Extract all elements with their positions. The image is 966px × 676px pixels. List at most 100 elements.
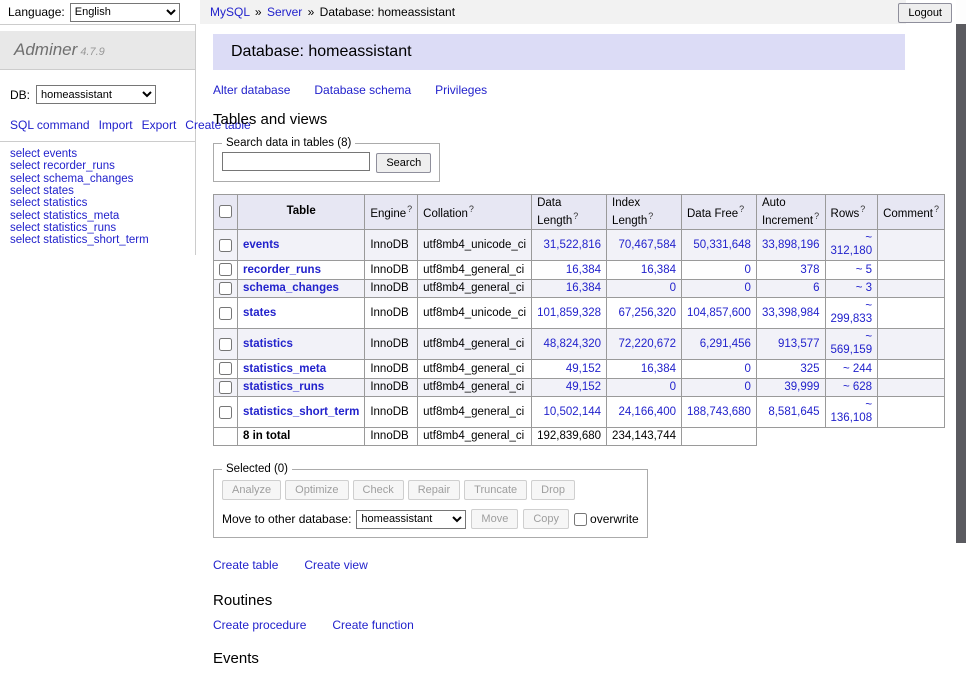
sidebar-select-statistics-runs[interactable]: select [10,222,40,234]
table-link-recorder-runs[interactable]: recorder_runs [243,264,321,276]
data-length-link[interactable]: 16,384 [566,264,601,276]
sidebar-table-recorder-runs[interactable]: recorder_runs [43,160,115,172]
sidebar-action-export[interactable]: Export [142,118,177,132]
table-link-statistics-runs[interactable]: statistics_runs [243,381,324,393]
bulk-check-button[interactable]: Check [353,480,404,500]
link-privileges[interactable]: Privileges [435,83,487,97]
breadcrumb-server[interactable]: Server [267,5,302,19]
sidebar-select-states[interactable]: select [10,185,40,197]
sidebar-select-recorder-runs[interactable]: select [10,160,40,172]
table-link-events[interactable]: events [243,239,279,251]
data-free-link[interactable]: 0 [745,282,751,294]
logout-button[interactable]: Logout [898,3,952,23]
rows-link[interactable]: ~ 628 [843,381,872,393]
auto-increment-link[interactable]: 33,398,984 [762,307,820,319]
column-help-link[interactable]: ? [648,211,653,221]
sidebar-select-schema-changes[interactable]: select [10,173,40,185]
rows-link[interactable]: ~ 136,108 [831,399,873,424]
auto-increment-link[interactable]: 8,581,645 [768,406,819,418]
link-alter-database[interactable]: Alter database [213,83,290,97]
select-all-checkbox[interactable] [219,205,232,218]
data-free-link[interactable]: 104,857,600 [687,307,751,319]
row-checkbox-statistics[interactable] [219,338,232,351]
table-link-states[interactable]: states [243,307,276,319]
link-database-schema[interactable]: Database schema [314,83,411,97]
sidebar-select-statistics-meta[interactable]: select [10,210,40,222]
index-length-link[interactable]: 24,166,400 [618,406,676,418]
bulk-truncate-button[interactable]: Truncate [464,480,527,500]
data-length-link[interactable]: 49,152 [566,363,601,375]
sidebar-table-statistics-meta[interactable]: statistics_meta [43,210,119,222]
data-length-link[interactable]: 10,502,144 [543,406,601,418]
column-help-link[interactable]: ? [860,204,865,214]
row-checkbox-statistics-runs[interactable] [219,381,232,394]
bulk-optimize-button[interactable]: Optimize [285,480,348,500]
data-length-link[interactable]: 16,384 [566,282,601,294]
breadcrumb-mysql[interactable]: MySQL [210,5,250,19]
link-create-function[interactable]: Create function [332,618,413,632]
auto-increment-link[interactable]: 33,898,196 [762,239,820,251]
sidebar-action-import[interactable]: Import [99,118,133,132]
data-length-link[interactable]: 101,859,328 [537,307,601,319]
column-help-link[interactable]: ? [814,211,819,221]
data-length-link[interactable]: 31,522,816 [543,239,601,251]
sidebar-table-states[interactable]: states [43,185,74,197]
rows-link[interactable]: ~ 569,159 [831,331,873,356]
index-length-link[interactable]: 67,256,320 [618,307,676,319]
row-checkbox-schema-changes[interactable] [219,282,232,295]
data-free-link[interactable]: 0 [745,381,751,393]
auto-increment-link[interactable]: 913,577 [778,338,820,350]
move-db-select[interactable]: homeassistant [356,510,466,529]
sidebar-table-statistics-runs[interactable]: statistics_runs [43,222,116,234]
link-create-view[interactable]: Create view [304,558,367,572]
data-length-link[interactable]: 49,152 [566,381,601,393]
row-checkbox-events[interactable] [219,239,232,252]
table-link-statistics-short-term[interactable]: statistics_short_term [243,406,359,418]
column-help-link[interactable]: ? [573,211,578,221]
row-checkbox-statistics-short-term[interactable] [219,406,232,419]
row-checkbox-states[interactable] [219,307,232,320]
sidebar-table-statistics[interactable]: statistics [43,197,87,209]
column-help-link[interactable]: ? [407,204,412,214]
data-free-link[interactable]: 6,291,456 [700,338,751,350]
column-help-link[interactable]: ? [934,204,939,214]
auto-increment-link[interactable]: 325 [800,363,819,375]
rows-link[interactable]: ~ 244 [843,363,872,375]
data-free-link[interactable]: 188,743,680 [687,406,751,418]
column-help-link[interactable]: ? [739,204,744,214]
link-create-procedure[interactable]: Create procedure [213,618,306,632]
table-link-statistics-meta[interactable]: statistics_meta [243,363,326,375]
db-select[interactable]: homeassistant [36,85,156,104]
rows-link[interactable]: ~ 3 [856,282,872,294]
data-free-link[interactable]: 50,331,648 [693,239,751,251]
search-button[interactable]: Search [376,153,431,173]
move-button[interactable]: Move [471,509,518,529]
sidebar-select-events[interactable]: select [10,148,40,160]
auto-increment-link[interactable]: 39,999 [784,381,819,393]
sidebar-select-statistics[interactable]: select [10,197,40,209]
index-length-link[interactable]: 70,467,584 [618,239,676,251]
overwrite-checkbox[interactable] [574,513,587,526]
search-input[interactable] [222,152,370,171]
rows-link[interactable]: ~ 5 [856,264,872,276]
language-select[interactable]: English [70,3,180,22]
index-length-link[interactable]: 16,384 [641,363,676,375]
bulk-repair-button[interactable]: Repair [408,480,460,500]
index-length-link[interactable]: 72,220,672 [618,338,676,350]
scrollbar-thumb[interactable] [956,24,966,543]
rows-link[interactable]: ~ 299,833 [831,300,873,325]
sidebar-select-statistics-short-term[interactable]: select [10,234,40,246]
index-length-link[interactable]: 0 [670,282,676,294]
data-length-link[interactable]: 48,824,320 [543,338,601,350]
link-create-table[interactable]: Create table [213,558,278,572]
index-length-link[interactable]: 16,384 [641,264,676,276]
sidebar-table-statistics-short-term[interactable]: statistics_short_term [43,234,148,246]
scrollbar[interactable] [956,0,966,543]
auto-increment-link[interactable]: 6 [813,282,819,294]
sidebar-table-events[interactable]: events [43,148,77,160]
bulk-analyze-button[interactable]: Analyze [222,480,281,500]
copy-button[interactable]: Copy [523,509,569,529]
table-link-statistics[interactable]: statistics [243,338,293,350]
sidebar-table-schema-changes[interactable]: schema_changes [43,173,133,185]
row-checkbox-statistics-meta[interactable] [219,362,232,375]
